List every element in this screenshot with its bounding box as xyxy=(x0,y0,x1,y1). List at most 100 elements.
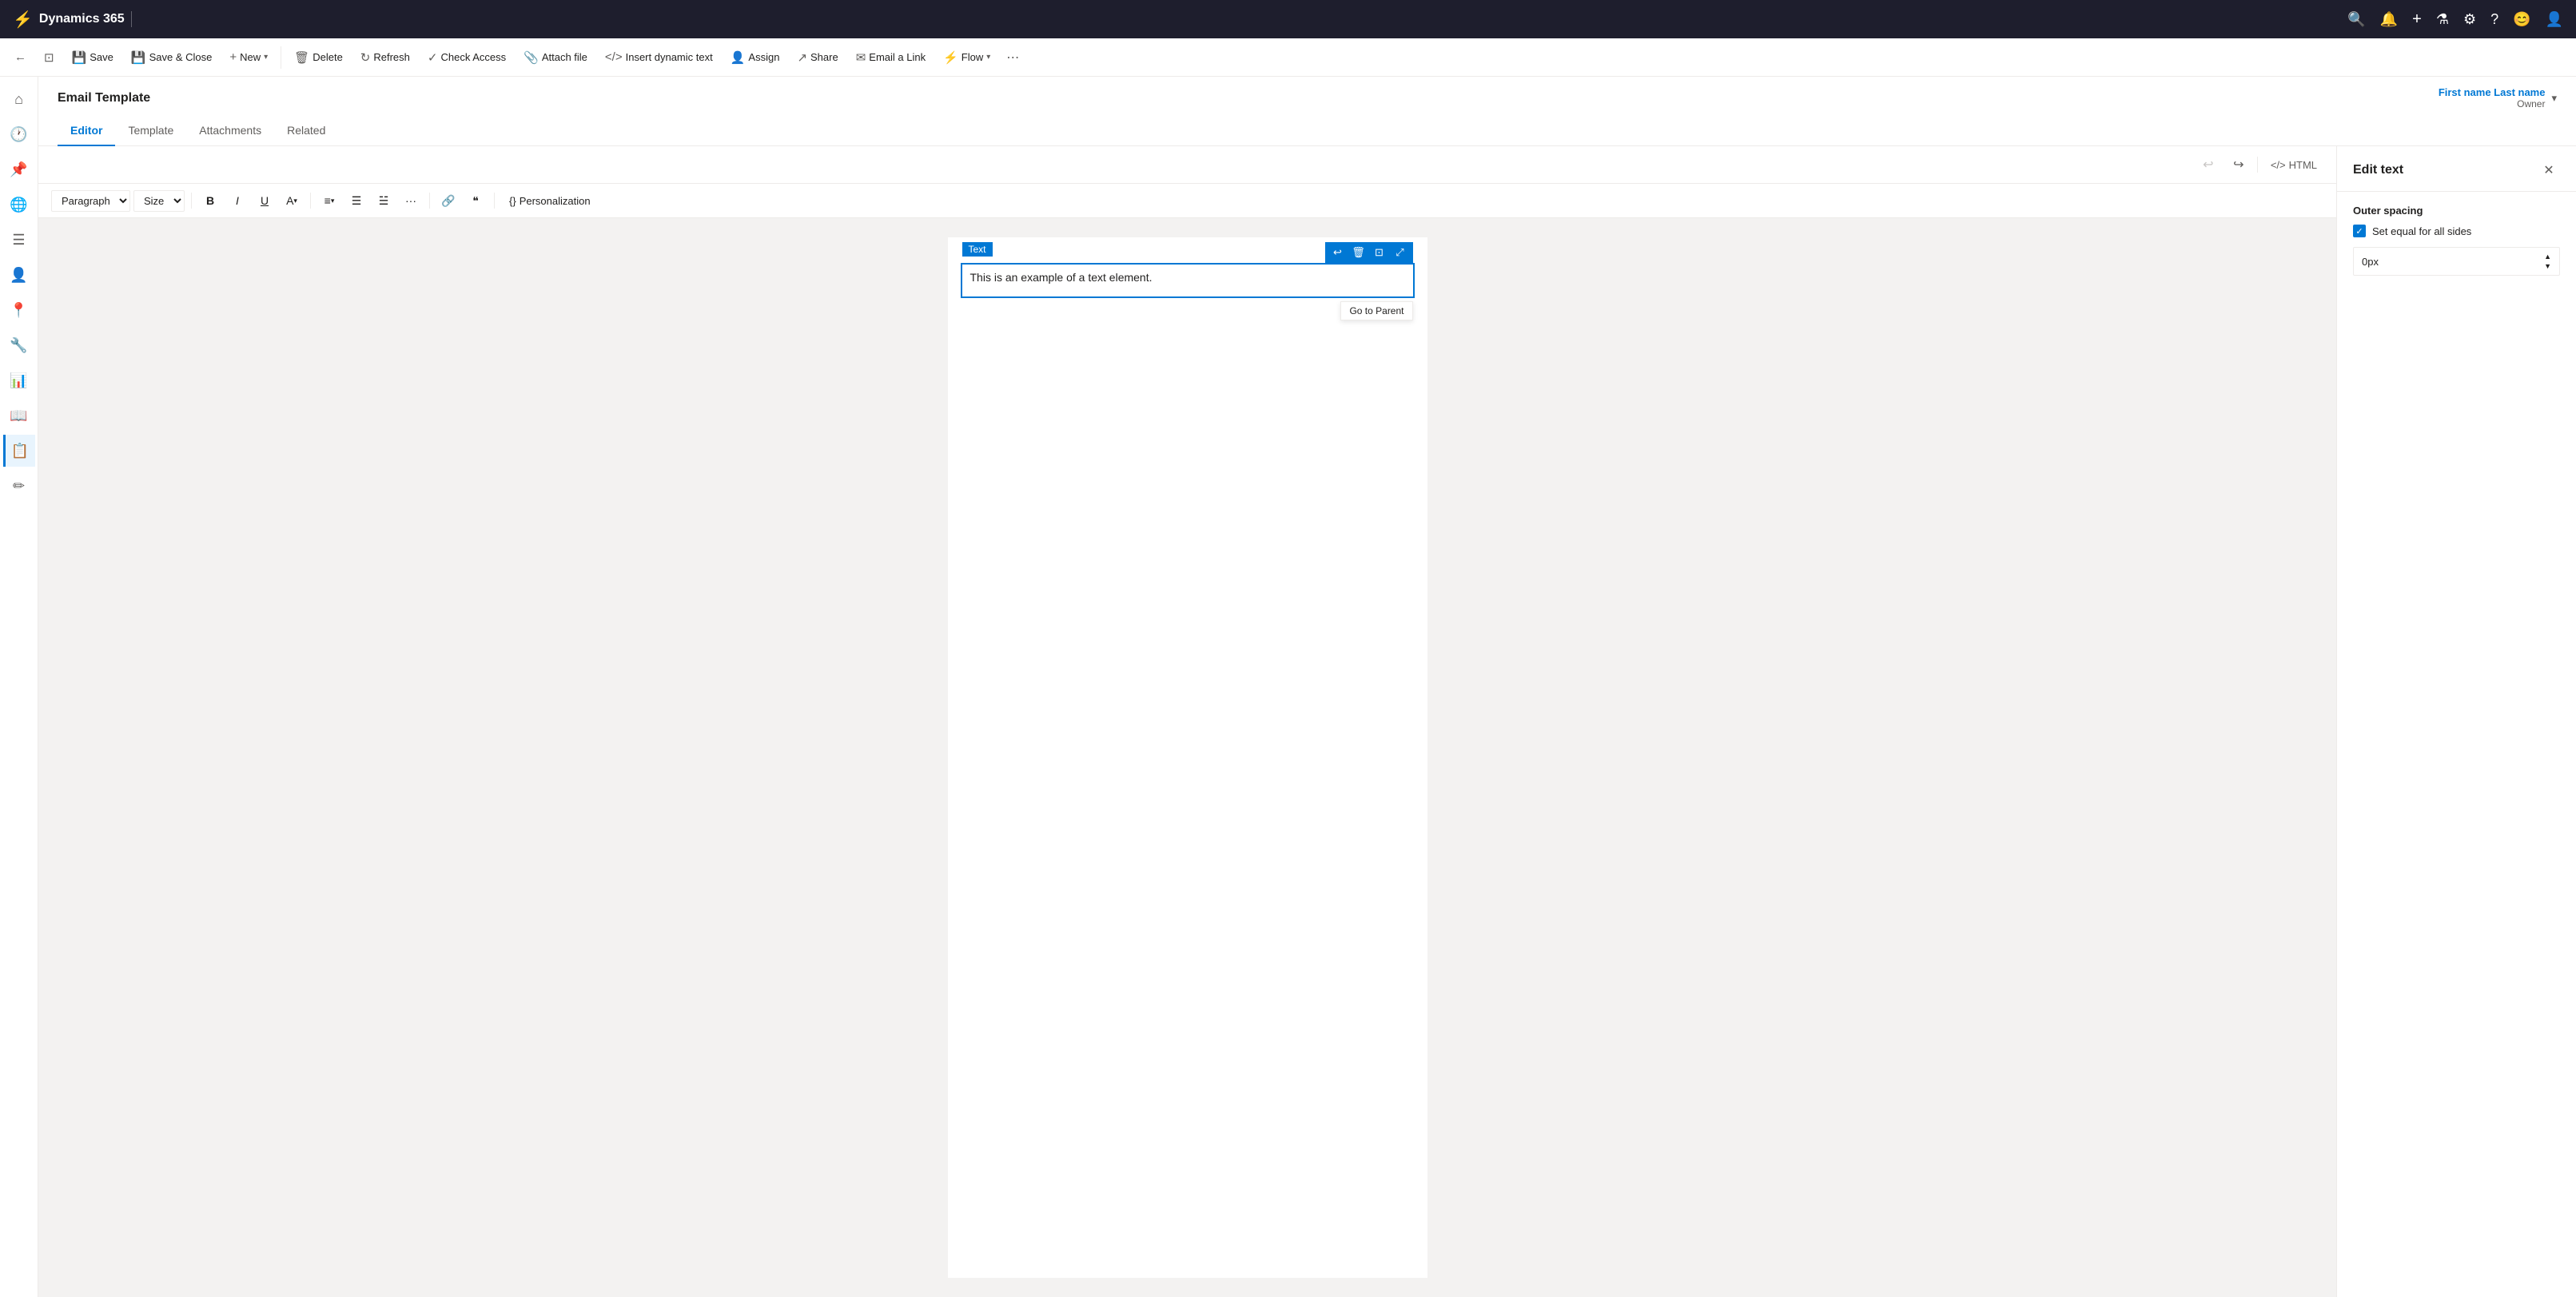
unordered-list-icon: ☱ xyxy=(379,194,389,208)
personalization-icon: {} xyxy=(509,195,516,207)
spinner-up-icon[interactable]: ▲ xyxy=(2544,253,2551,261)
close-panel-button[interactable]: ✕ xyxy=(2538,159,2560,181)
pop-out-button[interactable]: ⊡ xyxy=(36,46,62,70)
sidebar-item-sign[interactable]: ✏ xyxy=(3,470,35,502)
flow-button[interactable]: ⚡ Flow ▾ xyxy=(935,46,998,70)
filter-icon[interactable]: ⚗ xyxy=(2436,11,2449,28)
html-label: HTML xyxy=(2289,159,2317,171)
text-block[interactable]: Text ↩ 🗑 ⊡ ⤢ This is an example of a tex… xyxy=(961,263,1415,298)
font-color-button[interactable]: A ▾ xyxy=(280,189,304,213)
sidebar-item-list[interactable]: ☰ xyxy=(3,224,35,256)
sidebar-item-pinned[interactable]: 📌 xyxy=(3,153,35,185)
tab-attachments[interactable]: Attachments xyxy=(186,116,274,146)
help-icon[interactable]: ? xyxy=(2490,11,2498,28)
notification-icon[interactable]: 🔔 xyxy=(2380,11,2398,28)
format-divider-2 xyxy=(310,193,311,209)
ordered-list-icon: ☰ xyxy=(352,194,362,208)
save-button[interactable]: 💾 Save xyxy=(64,46,121,70)
bold-button[interactable]: B xyxy=(198,189,222,213)
form-title: Email Template xyxy=(58,91,150,105)
size-select[interactable]: Size xyxy=(133,190,185,212)
undo-button[interactable]: ↩ xyxy=(2196,153,2220,177)
owner-section: First name Last name Owner ▾ xyxy=(2439,86,2557,109)
equal-sides-checkbox[interactable]: ✓ xyxy=(2353,225,2366,237)
quote-button[interactable]: ❝ xyxy=(464,189,488,213)
brand-divider xyxy=(131,11,132,27)
sidebar-item-recent[interactable]: 🕐 xyxy=(3,118,35,150)
text-ctrl-copy-button[interactable]: ⊡ xyxy=(1370,244,1389,261)
brand-name: Dynamics 365 xyxy=(39,12,125,26)
sidebar-item-contact[interactable]: 👤 xyxy=(3,259,35,291)
app-brand: ⚡ Dynamics 365 xyxy=(13,10,132,30)
text-ctrl-move-button[interactable]: ⤢ xyxy=(1391,244,1410,261)
text-block-content[interactable]: This is an example of a text element. xyxy=(962,265,1413,296)
right-panel: Edit text ✕ Outer spacing ✓ Set equal fo… xyxy=(2336,146,2576,1297)
email-link-button[interactable]: ✉ Email a Link xyxy=(848,46,934,70)
face-icon[interactable]: 😊 xyxy=(2513,11,2530,28)
sidebar-item-location[interactable]: 📍 xyxy=(3,294,35,326)
sidebar-item-wrench[interactable]: 🔧 xyxy=(3,329,35,361)
font-color-icon: A xyxy=(286,194,293,207)
sidebar-item-book[interactable]: 📖 xyxy=(3,400,35,432)
link-button[interactable]: 🔗 xyxy=(436,189,460,213)
owner-chevron-icon[interactable]: ▾ xyxy=(2551,92,2557,105)
tab-bar: Editor Template Attachments Related xyxy=(38,116,2576,146)
flow-label: Flow xyxy=(962,51,983,63)
new-button[interactable]: + New ▾ xyxy=(221,46,276,69)
italic-button[interactable]: I xyxy=(225,189,249,213)
insert-dynamic-text-button[interactable]: </> Insert dynamic text xyxy=(597,46,721,69)
tab-editor[interactable]: Editor xyxy=(58,116,115,146)
spacing-spinner[interactable]: ▲ ▼ xyxy=(2544,253,2551,270)
personalization-button[interactable]: {} Personalization xyxy=(501,192,599,210)
align-button[interactable]: ≡ ▾ xyxy=(317,189,341,213)
ordered-list-button[interactable]: ☰ xyxy=(344,189,368,213)
share-button[interactable]: ↗ Share xyxy=(789,46,846,70)
more-button[interactable]: ⋯ xyxy=(1000,45,1025,70)
paragraph-select[interactable]: Paragraph xyxy=(51,190,130,212)
tab-template[interactable]: Template xyxy=(115,116,186,146)
check-access-button[interactable]: ✓ Check Access xyxy=(420,46,514,70)
goto-parent-tooltip[interactable]: Go to Parent xyxy=(1340,301,1412,320)
save-close-button[interactable]: 💾 Save & Close xyxy=(123,46,220,70)
sidebar-nav: ⌂ 🕐 📌 🌐 ☰ 👤 📍 🔧 📊 📖 📋 ✏ xyxy=(0,77,38,1297)
new-chevron-icon[interactable]: ▾ xyxy=(264,53,268,62)
equal-sides-label: Set equal for all sides xyxy=(2372,225,2471,237)
assign-button[interactable]: 👤 Assign xyxy=(723,46,788,70)
spinner-down-icon[interactable]: ▼ xyxy=(2544,262,2551,270)
more-format-button[interactable]: ··· xyxy=(399,189,423,213)
align-icon: ≡ xyxy=(324,194,331,207)
save-close-icon: 💾 xyxy=(131,50,146,65)
add-icon[interactable]: + xyxy=(2412,10,2422,29)
underline-button[interactable]: U xyxy=(253,189,277,213)
unordered-list-button[interactable]: ☱ xyxy=(372,189,396,213)
owner-label: Owner xyxy=(2517,98,2545,109)
flow-chevron-icon[interactable]: ▾ xyxy=(986,53,990,62)
sidebar-item-globe[interactable]: 🌐 xyxy=(3,189,35,221)
sidebar-item-template[interactable]: 📋 xyxy=(3,435,35,467)
assign-icon: 👤 xyxy=(731,50,746,65)
settings-icon[interactable]: ⚙ xyxy=(2463,11,2476,28)
personalization-label: Personalization xyxy=(520,195,591,207)
user-icon[interactable]: 👤 xyxy=(2546,11,2563,28)
owner-name[interactable]: First name Last name xyxy=(2439,86,2546,98)
pop-out-icon: ⊡ xyxy=(44,50,54,65)
attach-file-button[interactable]: 📎 Attach file xyxy=(516,46,595,70)
insert-dynamic-label: Insert dynamic text xyxy=(626,51,713,63)
text-block-controls: ↩ 🗑 ⊡ ⤢ xyxy=(1325,242,1413,263)
sidebar-item-report[interactable]: 📊 xyxy=(3,364,35,396)
refresh-button[interactable]: ↻ Refresh xyxy=(352,46,418,70)
tab-related[interactable]: Related xyxy=(274,116,338,146)
search-icon[interactable]: 🔍 xyxy=(2347,11,2365,28)
email-link-icon: ✉ xyxy=(856,50,866,65)
text-ctrl-back-button[interactable]: ↩ xyxy=(1328,244,1348,261)
outer-spacing-title: Outer spacing xyxy=(2353,205,2560,217)
text-ctrl-delete-button[interactable]: 🗑 xyxy=(1349,244,1368,261)
form-header: Email Template First name Last name Owne… xyxy=(38,77,2576,109)
back-button[interactable]: ← xyxy=(6,46,34,69)
sidebar-item-home[interactable]: ⌂ xyxy=(3,83,35,115)
spacing-value: 0px xyxy=(2362,256,2544,268)
redo-button[interactable]: ↪ xyxy=(2227,153,2251,177)
delete-button[interactable]: 🗑 Delete xyxy=(286,46,351,70)
html-button[interactable]: </> HTML xyxy=(2264,156,2323,174)
new-label: New xyxy=(240,51,261,63)
